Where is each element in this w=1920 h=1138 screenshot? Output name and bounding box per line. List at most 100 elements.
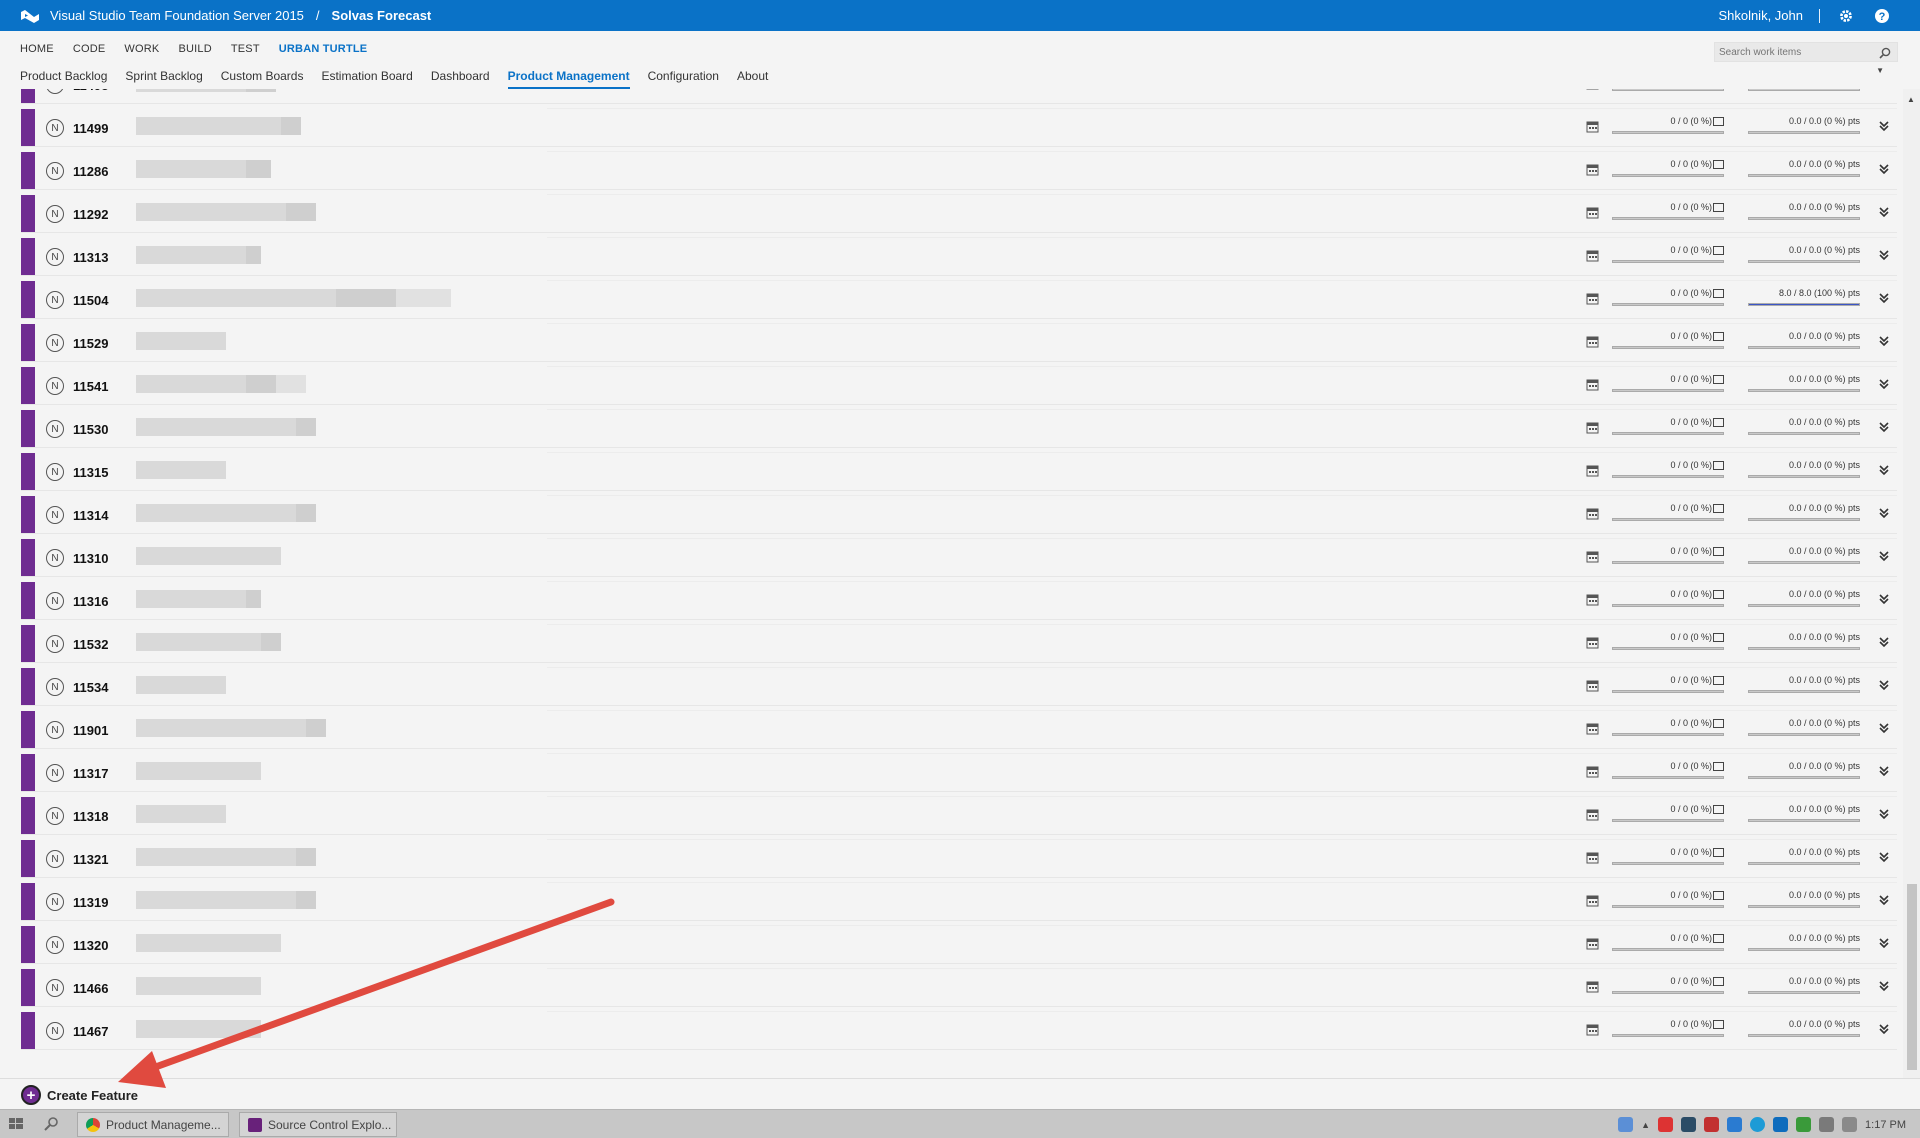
- main-nav-item[interactable]: WORK: [124, 43, 159, 55]
- chevron-double-down-icon[interactable]: [1877, 420, 1891, 434]
- redacted-title[interactable]: [136, 848, 316, 868]
- calendar-icon[interactable]: [1586, 679, 1599, 692]
- gear-icon[interactable]: [1836, 6, 1856, 26]
- work-item-id[interactable]: 11319: [73, 895, 108, 910]
- chevron-double-down-icon[interactable]: [1877, 678, 1891, 692]
- windows-start-icon[interactable]: [8, 1116, 24, 1132]
- redacted-title[interactable]: [136, 633, 281, 653]
- work-item-id[interactable]: 11315: [73, 465, 108, 480]
- calendar-icon[interactable]: [1586, 421, 1599, 434]
- work-item-id[interactable]: 11530: [73, 422, 108, 437]
- redacted-title[interactable]: [136, 676, 226, 696]
- chevron-double-down-icon[interactable]: [1877, 979, 1891, 993]
- calendar-icon[interactable]: [1586, 937, 1599, 950]
- redacted-title[interactable]: [136, 117, 301, 137]
- redacted-title[interactable]: [136, 89, 276, 94]
- redacted-title[interactable]: [136, 590, 261, 610]
- feature-row[interactable]: N 11534 0 / 0 (0 %) 0.0 / 0.0 (0 %) pts: [21, 667, 1897, 706]
- work-item-id[interactable]: 11286: [73, 164, 108, 179]
- clock[interactable]: 1:17 PM: [1865, 1119, 1906, 1131]
- taskbar-search-icon[interactable]: [43, 1116, 59, 1132]
- vertical-scrollbar[interactable]: ▲: [1903, 89, 1920, 1078]
- work-item-id[interactable]: 11466: [73, 981, 108, 996]
- work-item-id[interactable]: 11318: [73, 809, 108, 824]
- chevron-double-down-icon[interactable]: [1877, 377, 1891, 391]
- feature-row[interactable]: N 11319 0 / 0 (0 %) 0.0 / 0.0 (0 %) pts: [21, 882, 1897, 921]
- calendar-icon[interactable]: [1586, 1023, 1599, 1036]
- feature-row[interactable]: N 11466 0 / 0 (0 %) 0.0 / 0.0 (0 %) pts: [21, 968, 1897, 1007]
- chevron-double-down-icon[interactable]: [1877, 248, 1891, 262]
- redacted-title[interactable]: [136, 203, 316, 223]
- work-item-id[interactable]: 11314: [73, 508, 108, 523]
- feature-row[interactable]: N 11315 0 / 0 (0 %) 0.0 / 0.0 (0 %) pts: [21, 452, 1897, 491]
- calendar-icon[interactable]: [1586, 894, 1599, 907]
- calendar-icon[interactable]: [1586, 163, 1599, 176]
- calendar-icon[interactable]: [1586, 765, 1599, 778]
- create-feature-button[interactable]: + Create Feature: [21, 1085, 138, 1105]
- chevron-double-down-icon[interactable]: [1877, 291, 1891, 305]
- redacted-title[interactable]: [136, 719, 326, 739]
- taskbar-item-visual-studio[interactable]: Source Control Explo...: [239, 1112, 397, 1137]
- tray-app-icon[interactable]: [1796, 1117, 1812, 1132]
- user-name[interactable]: Shkolnik, John: [1718, 8, 1803, 23]
- redacted-title[interactable]: [136, 977, 261, 997]
- feature-row[interactable]: N 11504 0 / 0 (0 %) 8.0 / 8.0 (100 %) pt…: [21, 280, 1897, 319]
- calendar-icon[interactable]: [1586, 550, 1599, 563]
- chevron-double-down-icon[interactable]: [1877, 721, 1891, 735]
- sub-nav-item[interactable]: About: [737, 69, 768, 90]
- redacted-title[interactable]: [136, 504, 316, 524]
- volume-icon[interactable]: [1842, 1117, 1858, 1132]
- feature-row[interactable]: N 11532 0 / 0 (0 %) 0.0 / 0.0 (0 %) pts: [21, 624, 1897, 663]
- work-item-id[interactable]: 11901: [73, 723, 108, 738]
- redacted-title[interactable]: [136, 891, 316, 911]
- redacted-title[interactable]: [136, 762, 261, 782]
- redacted-title[interactable]: [136, 289, 451, 309]
- main-nav-item[interactable]: HOME: [20, 43, 54, 55]
- calendar-icon[interactable]: [1586, 89, 1599, 90]
- skype-icon[interactable]: [1750, 1117, 1766, 1132]
- sub-nav-item[interactable]: Estimation Board: [321, 69, 412, 90]
- tray-app-icon[interactable]: [1704, 1117, 1720, 1132]
- work-item-id[interactable]: 11534: [73, 680, 108, 695]
- work-item-id[interactable]: 11498: [73, 89, 108, 93]
- feature-row[interactable]: N 11321 0 / 0 (0 %) 0.0 / 0.0 (0 %) pts: [21, 839, 1897, 878]
- main-nav-item[interactable]: URBAN TURTLE: [279, 43, 368, 55]
- tray-app-icon[interactable]: [1618, 1117, 1634, 1132]
- product-name[interactable]: Visual Studio Team Foundation Server 201…: [50, 8, 304, 23]
- chevron-double-down-icon[interactable]: [1877, 764, 1891, 778]
- chevron-double-down-icon[interactable]: [1877, 463, 1891, 477]
- work-item-id[interactable]: 11310: [73, 551, 108, 566]
- feature-row[interactable]: N 11318 0 / 0 (0 %) 0.0 / 0.0 (0 %) pts: [21, 796, 1897, 835]
- redacted-title[interactable]: [136, 461, 226, 481]
- chevron-double-down-icon[interactable]: [1877, 850, 1891, 864]
- scroll-thumb[interactable]: [1907, 884, 1917, 1070]
- main-nav-item[interactable]: TEST: [231, 43, 260, 55]
- feature-row[interactable]: N 11317 0 / 0 (0 %) 0.0 / 0.0 (0 %) pts: [21, 753, 1897, 792]
- work-item-id[interactable]: 11504: [73, 293, 108, 308]
- feature-row[interactable]: N 11499 0 / 0 (0 %) 0.0 / 0.0 (0 %) pts: [21, 108, 1897, 147]
- tray-expand-icon[interactable]: ▲: [1641, 1120, 1650, 1130]
- chevron-double-down-icon[interactable]: [1877, 119, 1891, 133]
- network-icon[interactable]: [1819, 1117, 1835, 1132]
- work-item-id[interactable]: 11317: [73, 766, 108, 781]
- calendar-icon[interactable]: [1586, 851, 1599, 864]
- feature-row[interactable]: N 11498 0 / 0 (0 %) 0.0 / 0.0 (0 %) pts: [21, 89, 1897, 104]
- work-item-id[interactable]: 11316: [73, 594, 108, 609]
- feature-row[interactable]: N 11320 0 / 0 (0 %) 0.0 / 0.0 (0 %) pts: [21, 925, 1897, 964]
- work-item-id[interactable]: 11529: [73, 336, 108, 351]
- calendar-icon[interactable]: [1586, 980, 1599, 993]
- scroll-up-icon[interactable]: ▲: [1907, 95, 1915, 104]
- feature-row[interactable]: N 11901 0 / 0 (0 %) 0.0 / 0.0 (0 %) pts: [21, 710, 1897, 749]
- redacted-title[interactable]: [136, 805, 226, 825]
- taskbar-item-chrome[interactable]: Product Manageme...: [77, 1112, 229, 1137]
- chevron-double-down-icon[interactable]: [1877, 205, 1891, 219]
- work-item-id[interactable]: 11541: [73, 379, 108, 394]
- work-item-id[interactable]: 11321: [73, 852, 108, 867]
- work-item-id[interactable]: 11313: [73, 250, 108, 265]
- chevron-double-down-icon[interactable]: [1877, 549, 1891, 563]
- feature-row[interactable]: N 11314 0 / 0 (0 %) 0.0 / 0.0 (0 %) pts: [21, 495, 1897, 534]
- sub-nav-item[interactable]: Configuration: [648, 69, 719, 90]
- work-item-id[interactable]: 11320: [73, 938, 108, 953]
- redacted-title[interactable]: [136, 1020, 261, 1040]
- feature-row[interactable]: N 11541 0 / 0 (0 %) 0.0 / 0.0 (0 %) pts: [21, 366, 1897, 405]
